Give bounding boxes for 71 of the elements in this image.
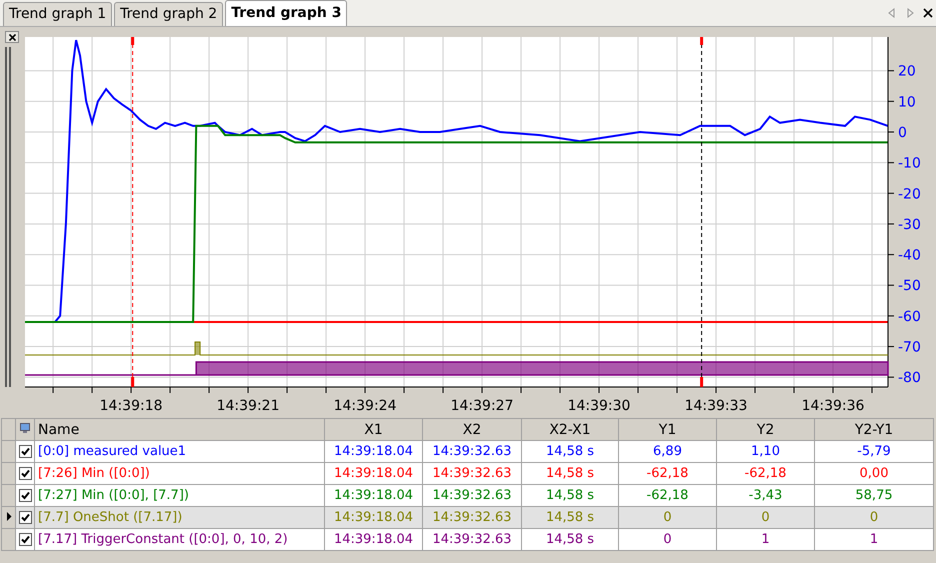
table-cell: 6,89 <box>618 440 716 462</box>
checkbox[interactable] <box>18 510 32 524</box>
table-cell: 0 <box>618 506 716 528</box>
checkbox[interactable] <box>18 466 32 480</box>
checkbox[interactable] <box>18 444 32 458</box>
y-axis-label: -80 <box>898 370 921 386</box>
table-cell: [7.17] TriggerConstant ([0:0], 0, 10, 2) <box>34 528 324 550</box>
y-axis-label: -40 <box>898 248 921 264</box>
table-cell: 14:39:18.04 <box>324 528 422 550</box>
row-pointer-icon <box>6 512 12 521</box>
column-header[interactable]: X1 <box>324 418 422 440</box>
table-row[interactable]: [7:26] Min ([0:0]) 14:39:18.04 14:39:32.63 14,58 s -62,18 -62,18 0,00 <box>2 462 934 484</box>
table-cell: 14,58 s <box>522 528 618 550</box>
table-cell: 0 <box>716 506 814 528</box>
table-cell: 0 <box>814 506 934 528</box>
table-cell: -62,18 <box>716 462 814 484</box>
y-axis-label: 20 <box>898 64 916 80</box>
y-axis-label: -30 <box>898 216 921 233</box>
x-axis-label: 14:39:30 <box>568 398 630 414</box>
table-cell: 14,58 s <box>522 506 618 528</box>
table-cell: 0,00 <box>814 462 934 484</box>
x-axis-label: 14:39:21 <box>216 398 280 414</box>
table-cell: 14,58 s <box>522 440 618 462</box>
column-header[interactable]: Y1 <box>618 418 716 440</box>
close-icon[interactable] <box>923 8 933 18</box>
y-axis-label: -10 <box>898 156 921 172</box>
table-cell: 14,58 s <box>522 462 618 484</box>
table-row[interactable]: [0:0] measured value1 14:39:18.04 14:39:32.63 14,58 s 6,89 1,10 -5,79 <box>2 440 934 462</box>
tab[interactable]: Trend graph 1 <box>3 2 112 26</box>
table-cell: 14:39:18.04 <box>324 440 422 462</box>
column-header[interactable]: Y2 <box>716 418 814 440</box>
y-axis-label: 0 <box>898 125 907 141</box>
column-header[interactable]: X2-X1 <box>522 418 618 440</box>
cursor-line[interactable] <box>700 36 704 388</box>
tab[interactable]: Trend graph 2 <box>114 2 224 26</box>
table-cell: [7.7] OneShot ([7.17]) <box>34 506 324 528</box>
table-cell: 14:39:18.04 <box>324 506 422 528</box>
table-cell: [7:26] Min ([0:0]) <box>34 462 324 484</box>
table-cell: 14:39:32.63 <box>422 506 522 528</box>
table-cell: 14:39:32.63 <box>422 528 522 550</box>
table-row[interactable]: [7.17] TriggerConstant ([0:0], 0, 10, 2) 14:39:18.04 14:39:32.63 14,58 s 0 1 1 <box>2 528 934 550</box>
table-cell: 14:39:18.04 <box>324 462 422 484</box>
table-cell: [0:0] measured value1 <box>34 440 324 462</box>
x-axis-label: 14:39:24 <box>334 398 396 414</box>
monitor-icon[interactable] <box>19 422 31 434</box>
table-cell: -5,79 <box>814 440 934 462</box>
y-axis-label: -60 <box>898 308 921 325</box>
table-cell: 14:39:32.63 <box>422 462 522 484</box>
table-cell: 14:39:32.63 <box>422 440 522 462</box>
table-cell: 1,10 <box>716 440 814 462</box>
table-cell: 1 <box>814 528 934 550</box>
x-axis-label: 14:39:33 <box>684 398 748 414</box>
column-header[interactable]: Y2-Y1 <box>814 418 934 440</box>
table-cell: 0 <box>618 528 716 550</box>
x-axis-label: 14:39:36 <box>802 398 864 414</box>
x-axis-label: 14:39:18 <box>100 398 163 414</box>
checkbox[interactable] <box>18 532 32 546</box>
table-cell: -62,18 <box>618 462 716 484</box>
close-button[interactable] <box>5 31 19 43</box>
y-axis-label: 10 <box>898 94 916 110</box>
splitter-handle[interactable] <box>5 47 11 387</box>
close-icon <box>8 34 16 40</box>
x-axis-label: 14:39:27 <box>450 398 514 414</box>
column-header[interactable]: Name <box>34 418 324 440</box>
table-cell: 1 <box>716 528 814 550</box>
tab[interactable]: Trend graph 3 <box>225 0 348 26</box>
column-header[interactable]: X2 <box>422 418 522 440</box>
y-axis-label: -20 <box>898 186 921 202</box>
checkbox[interactable] <box>18 488 32 502</box>
y-axis-label: -50 <box>898 278 921 294</box>
y-axis-label: -70 <box>898 340 921 356</box>
